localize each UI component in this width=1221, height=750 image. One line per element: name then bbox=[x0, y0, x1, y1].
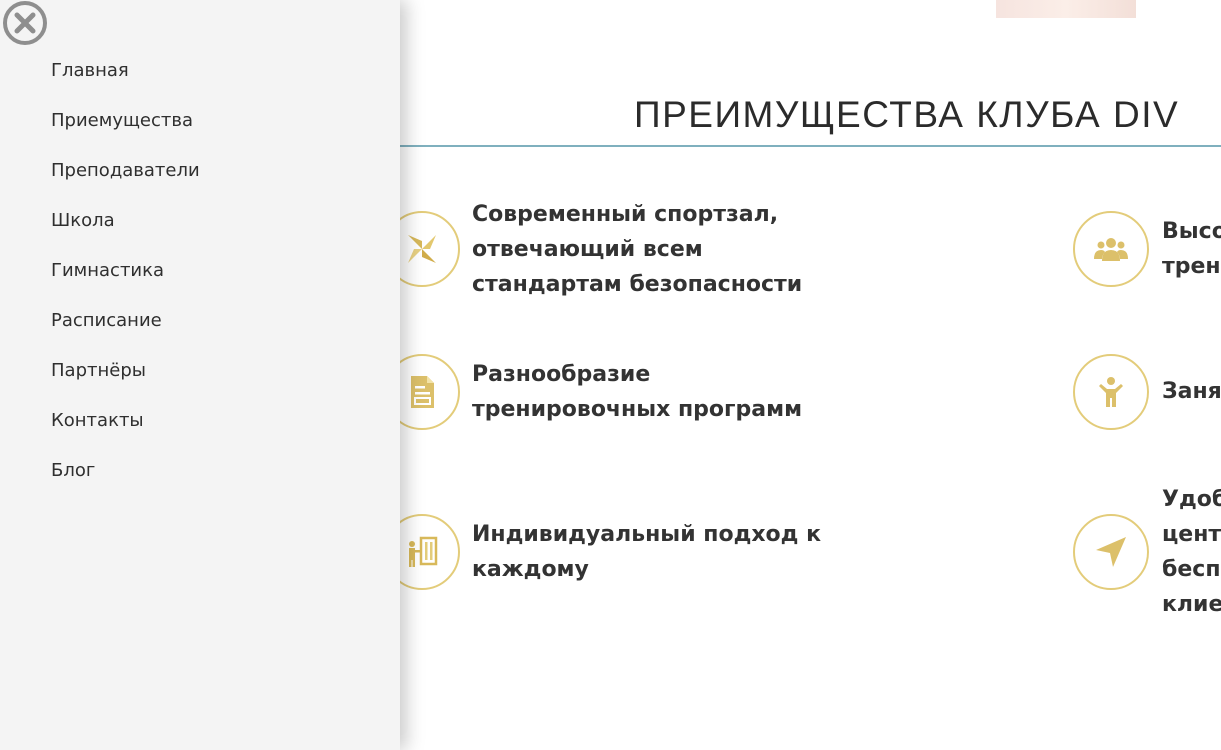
feature-text: Разнообразие тренировочных программ bbox=[472, 362, 803, 422]
group-icon bbox=[1073, 211, 1149, 287]
feature-text: Индивидуальный подход к каждому bbox=[472, 522, 822, 582]
nav-item-teachers[interactable]: Преподаватели bbox=[51, 155, 200, 205]
feature-text: Современный спортзал, отвечающий всем ст… bbox=[472, 202, 803, 297]
nav-item-school[interactable]: Школа bbox=[51, 205, 200, 255]
nav-list: Главная Приемущества Преподаватели Школа… bbox=[51, 55, 200, 505]
feature-text: Удоб цент бесп клие bbox=[1162, 487, 1221, 617]
hero-image bbox=[996, 0, 1136, 18]
page: ПРЕИМУЩЕСТВА КЛУБА DIV Современный спорт… bbox=[0, 0, 1221, 750]
close-circle-icon bbox=[3, 1, 47, 45]
child-icon bbox=[1073, 354, 1149, 430]
nav-item-gymnastics[interactable]: Гимнастика bbox=[51, 255, 200, 305]
nav-item-partners[interactable]: Партнёры bbox=[51, 355, 200, 405]
feature-text: Высо трен bbox=[1162, 219, 1221, 279]
nav-item-home[interactable]: Главная bbox=[51, 55, 200, 105]
nav-item-blog[interactable]: Блог bbox=[51, 455, 200, 505]
section-title: ПРЕИМУЩЕСТВА КЛУБА DIV bbox=[634, 94, 1180, 135]
nav-item-advantages[interactable]: Приемущества bbox=[51, 105, 200, 155]
close-menu-button[interactable] bbox=[2, 0, 48, 46]
navigation-arrow-icon bbox=[1073, 514, 1149, 590]
nav-item-contacts[interactable]: Контакты bbox=[51, 405, 200, 455]
side-drawer-menu: Главная Приемущества Преподаватели Школа… bbox=[0, 0, 400, 750]
title-underline bbox=[400, 145, 1221, 147]
feature-text: Заня bbox=[1162, 379, 1221, 404]
nav-item-schedule[interactable]: Расписание bbox=[51, 305, 200, 355]
